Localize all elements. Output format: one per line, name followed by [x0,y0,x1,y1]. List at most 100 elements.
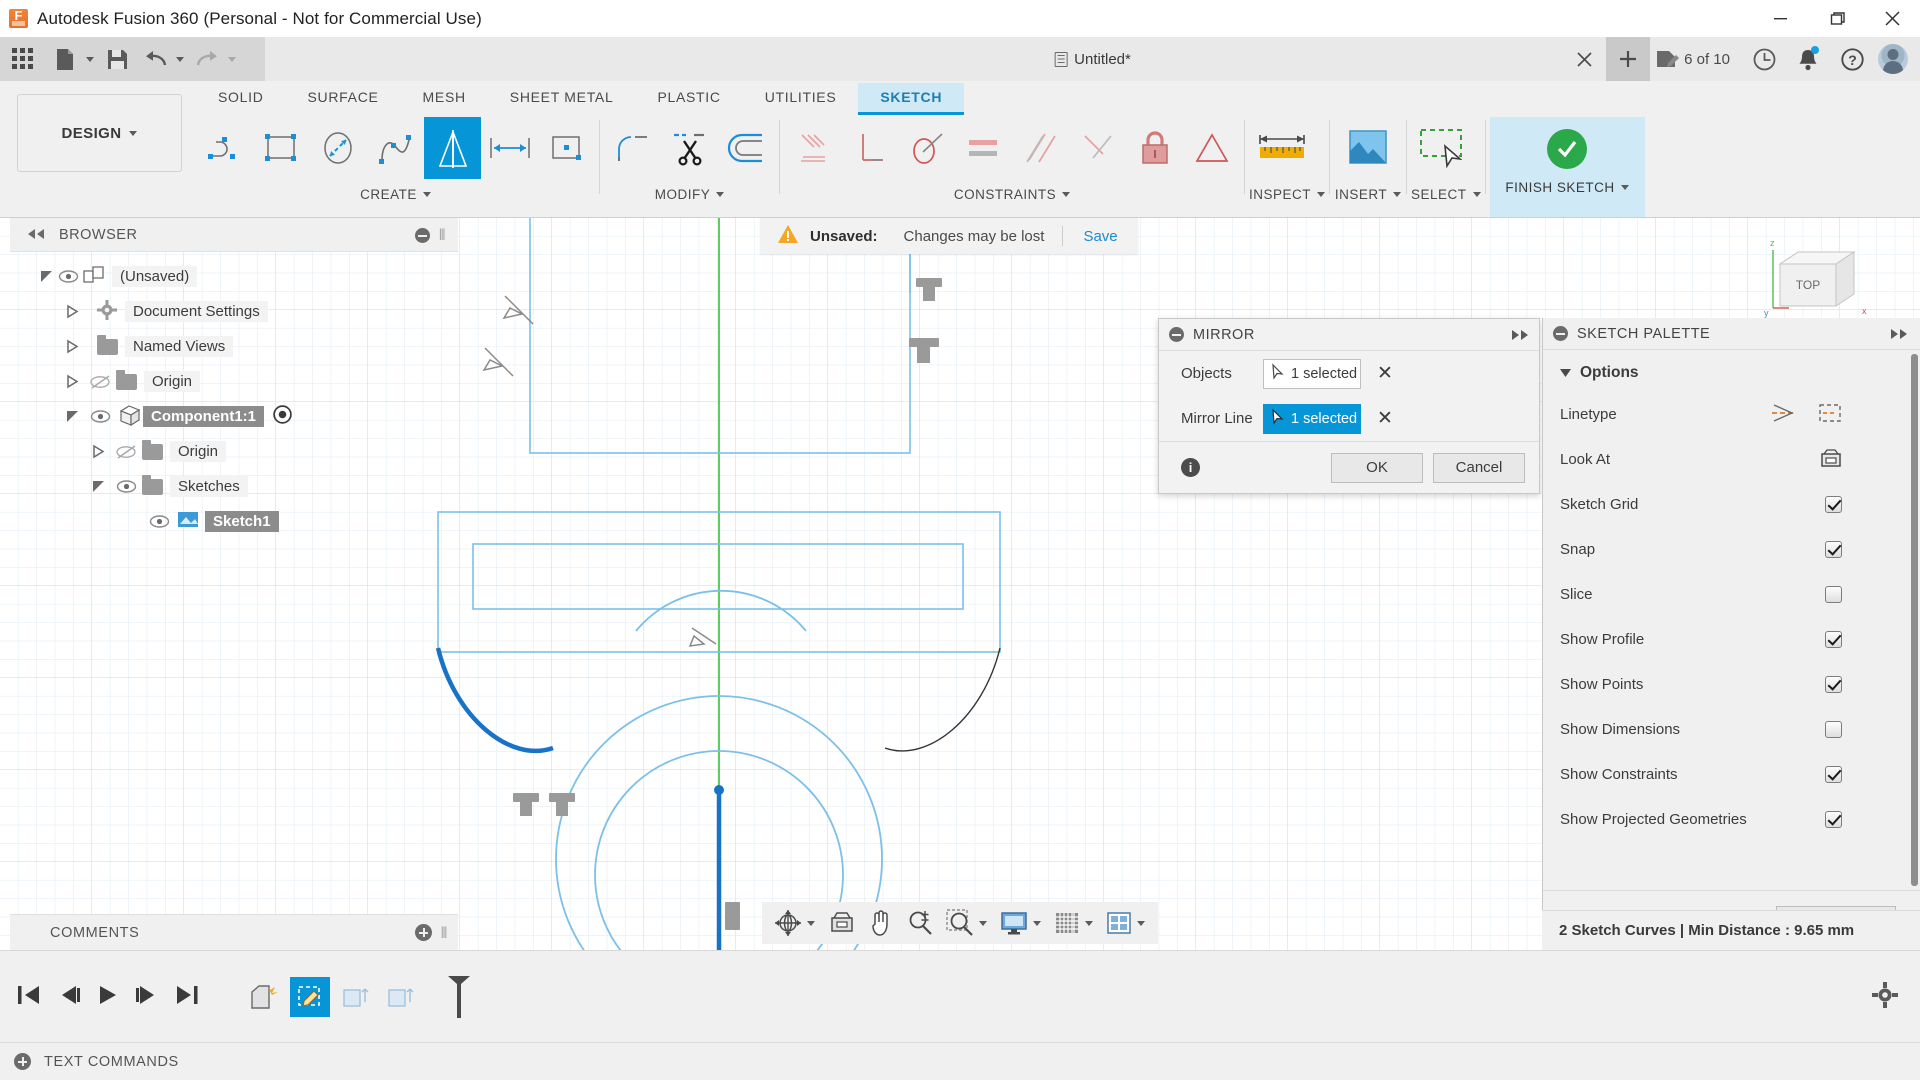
chevron-down-icon[interactable] [1062,192,1071,197]
chevron-down-icon[interactable] [1472,192,1481,197]
redo-button[interactable] [188,37,240,81]
add-icon[interactable] [14,1053,31,1070]
chevron-down-icon[interactable] [176,56,184,62]
palette-scrollbar[interactable] [1911,354,1918,886]
timeline-marker-icon[interactable] [439,975,479,1018]
tab-sketch[interactable]: SKETCH [858,83,965,115]
perpendicular-icon[interactable] [841,117,898,179]
mirror-dialog-header[interactable]: MIRROR [1159,319,1539,351]
workspace-selector[interactable]: DESIGN [17,94,182,172]
equal-icon[interactable] [955,117,1012,179]
save-link[interactable]: Save [1063,228,1137,245]
cancel-button[interactable]: Cancel [1433,452,1525,483]
skip-to-start-icon[interactable] [17,984,41,1010]
user-avatar[interactable] [1878,44,1908,74]
horizontal-vertical-icon[interactable] [784,117,841,179]
triangle-down-icon[interactable] [1560,364,1571,382]
expander-closed-icon[interactable] [93,444,105,459]
visibility-hidden-icon[interactable] [115,444,137,459]
info-icon[interactable]: i [1181,458,1200,477]
chevron-down-icon[interactable] [1393,192,1402,197]
new-document-icon[interactable] [46,37,84,81]
tab-utilities[interactable]: UTILITIES [743,83,859,112]
visibility-eye-icon[interactable] [115,480,137,493]
timeline-node-new-component[interactable] [245,977,285,1017]
tab-sheet-metal[interactable]: SHEET METAL [488,83,636,112]
expander-closed-icon[interactable] [67,339,79,354]
mirror-dialog[interactable]: MIRROR Objects 1 selected ✕ Mirror Line … [1158,318,1540,494]
parallel-icon[interactable] [1012,117,1069,179]
fix-lock-icon[interactable] [1126,117,1183,179]
document-tab[interactable]: Untitled* [1054,51,1131,68]
close-button[interactable] [1864,0,1920,37]
tab-plastic[interactable]: PLASTIC [635,83,742,112]
mirror-objects-select[interactable]: 1 selected [1263,358,1361,389]
tab-surface[interactable]: SURFACE [286,83,401,112]
new-document-button[interactable] [46,37,98,81]
expander-closed-icon[interactable] [67,304,79,319]
expander-open-icon[interactable] [40,270,53,283]
visibility-eye-icon[interactable] [148,515,170,528]
centerline-icon[interactable] [1818,402,1842,428]
chevron-down-icon[interactable] [979,920,987,926]
look-at-button[interactable] [822,902,862,944]
grip-icon[interactable]: ⦀ [441,925,448,942]
clear-objects-icon[interactable]: ✕ [1377,364,1393,383]
timeline-node-extrude-1[interactable] [335,977,375,1017]
slice-checkbox[interactable] [1825,586,1842,603]
snap-checkbox[interactable] [1825,541,1842,558]
expander-open-icon[interactable] [66,410,79,423]
tree-node-origin-root[interactable]: Origin [10,364,458,399]
sketch-grid-checkbox[interactable] [1825,496,1842,513]
plus-icon[interactable] [1606,37,1651,81]
visibility-eye-icon[interactable] [89,410,111,423]
tree-node-unsaved[interactable]: (Unsaved) [10,259,458,294]
step-back-icon[interactable] [57,984,81,1010]
chevron-down-icon[interactable] [228,56,236,62]
comments-panel[interactable]: COMMENTS ⦀ [10,914,458,950]
clock-icon[interactable] [1742,37,1786,81]
undo-button[interactable] [136,37,188,81]
viewports-button[interactable] [1100,902,1152,944]
offset-curve-icon[interactable] [718,117,775,179]
visibility-eye-icon[interactable] [57,270,79,283]
timeline-settings-button[interactable] [1872,981,1898,1012]
browser-header[interactable]: BROWSER ⦀ [10,218,458,252]
chevron-down-icon[interactable] [1620,185,1629,190]
tree-node-document-settings[interactable]: Document Settings [10,294,458,329]
tangent-icon[interactable] [898,117,955,179]
construction-line-icon[interactable] [1770,402,1796,428]
redo-icon[interactable] [188,37,226,81]
grid-snap-button[interactable] [1048,902,1100,944]
mirror-line-select[interactable]: 1 selected [1263,403,1361,434]
chevron-down-icon[interactable] [1085,920,1093,926]
chevron-down-icon[interactable] [807,920,815,926]
minimize-icon[interactable] [1169,327,1184,342]
close-icon[interactable] [1562,37,1606,81]
show-constraints-checkbox[interactable] [1825,766,1842,783]
minimize-button[interactable] [1752,0,1808,37]
expander-closed-icon[interactable] [67,374,79,389]
display-settings-button[interactable] [994,902,1048,944]
bell-icon[interactable] [1786,37,1830,81]
app-grid-icon[interactable] [0,37,46,81]
chevron-down-icon[interactable] [1317,192,1326,197]
show-projected-geometries-checkbox[interactable] [1825,811,1842,828]
play-icon[interactable] [97,984,119,1010]
text-commands-bar[interactable]: TEXT COMMANDS [0,1042,1920,1080]
minimize-icon[interactable] [1553,326,1568,341]
select-window-icon[interactable] [1411,117,1479,179]
add-comment-icon[interactable] [415,924,432,941]
chevron-down-icon[interactable] [422,192,431,197]
timeline-node-extrude-2[interactable] [380,977,420,1017]
show-profile-checkbox[interactable] [1825,631,1842,648]
undo-icon[interactable] [136,37,174,81]
skip-to-end-icon[interactable] [175,984,199,1010]
step-forward-icon[interactable] [135,984,159,1010]
tree-node-sketch1[interactable]: Sketch1 [10,504,458,539]
maximize-button[interactable] [1808,0,1864,37]
visibility-hidden-icon[interactable] [89,374,111,389]
mirror-icon[interactable] [424,117,481,179]
chevron-down-icon[interactable] [1033,920,1041,926]
collapse-left-icon[interactable] [27,227,45,243]
